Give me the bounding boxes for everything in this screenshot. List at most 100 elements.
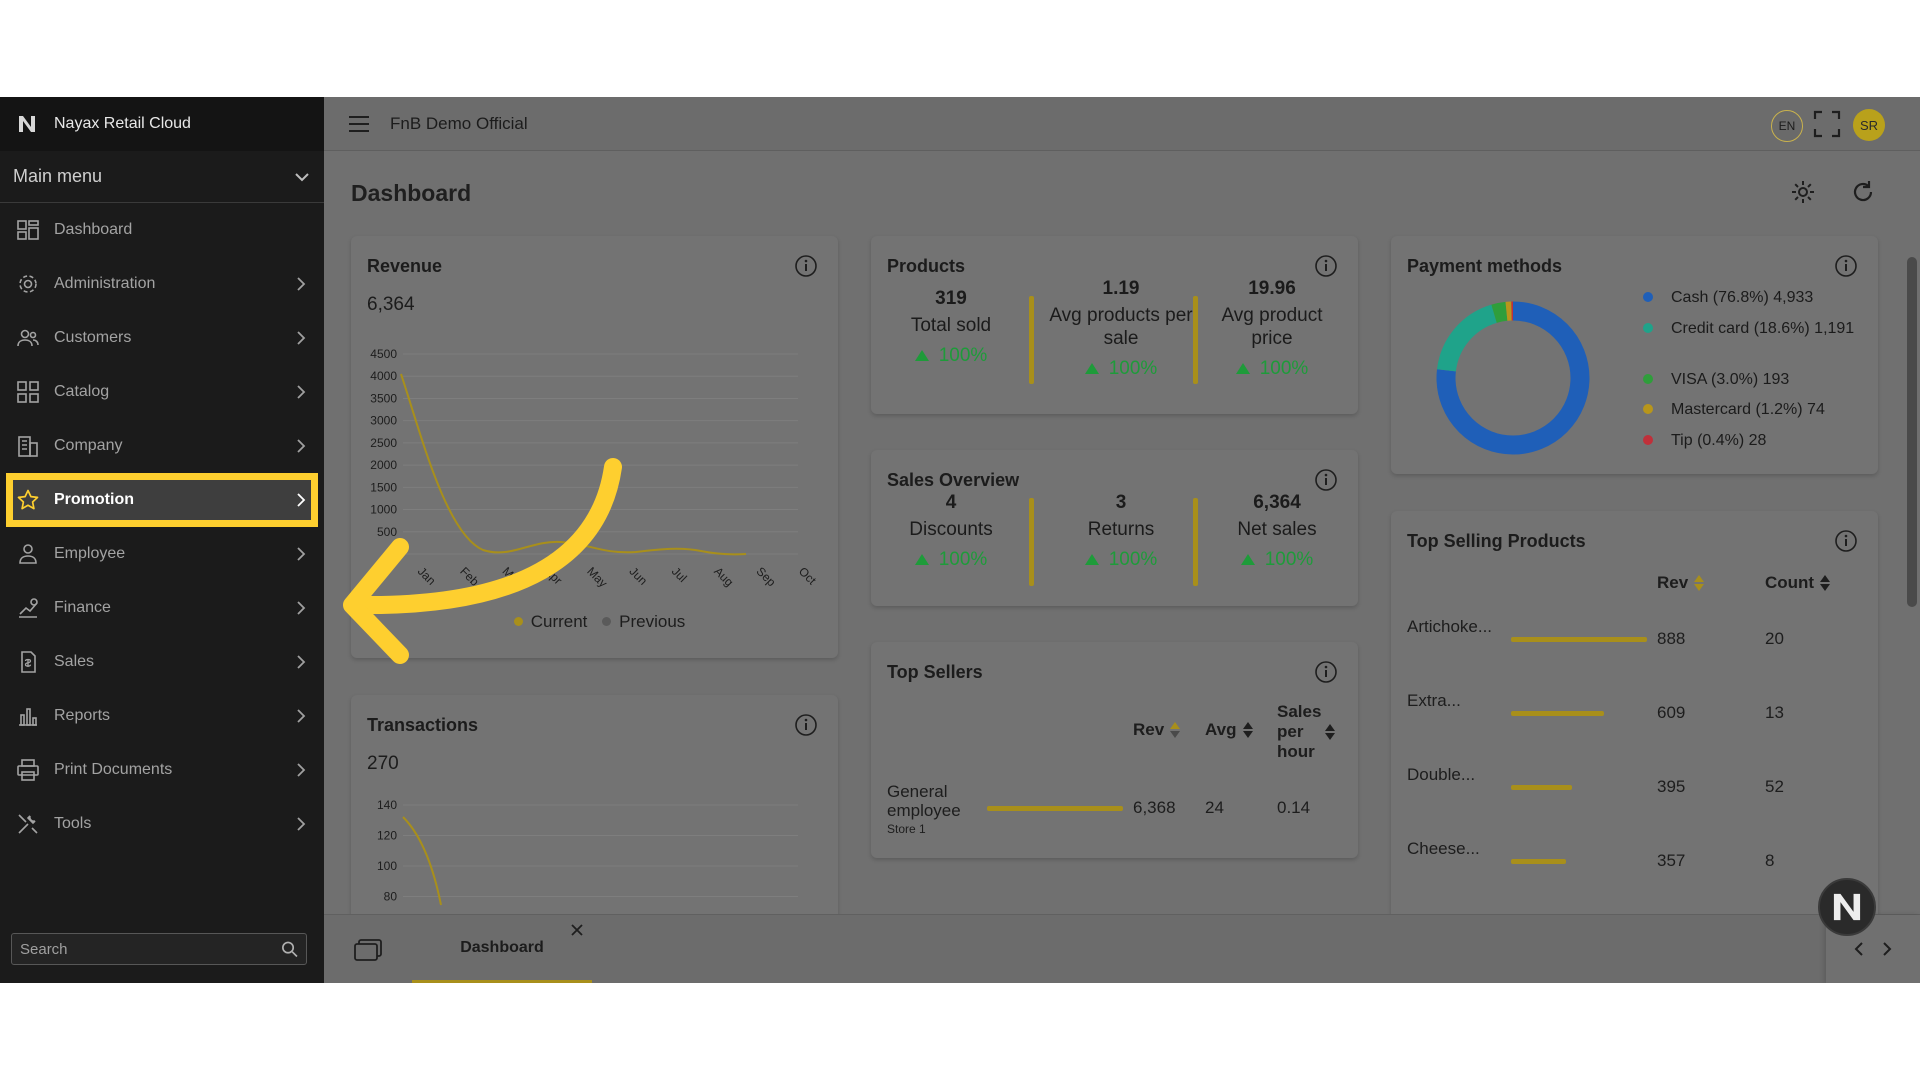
payment-method-label: VISA (3.0%) 193 [1671,371,1790,388]
scrollbar-thumb[interactable] [1907,257,1917,607]
trend-up-icon [914,554,929,565]
payment-legend-item[interactable]: Tip (0.4%) 28 [1643,430,1767,451]
info-icon[interactable] [1314,660,1338,684]
header-label: Sales per hour [1277,702,1322,761]
sort-sph-header[interactable]: Sales per hour [1277,702,1337,762]
product-rev: 609 [1657,703,1686,722]
sidebar-item-administration[interactable]: Administration [0,257,324,311]
catalog-grid-icon [17,381,39,403]
product-rev: 357 [1657,851,1686,870]
y-tick-label: 100 [377,859,397,873]
trend-up-icon [1084,363,1099,374]
kpi-change-value: 100% [1259,358,1309,379]
payment-legend-item[interactable]: Cash (76.8%) 4,933 [1643,287,1814,308]
brand[interactable]: Nayax Retail Cloud [0,97,324,151]
sort-icon [1325,724,1335,740]
chevron-left-icon[interactable] [1850,940,1868,958]
scrollbar[interactable] [1904,157,1917,957]
windows-icon[interactable] [354,939,382,961]
search-input[interactable] [20,940,282,958]
refresh-icon[interactable] [1850,179,1876,205]
sort-avg-header[interactable]: Avg [1205,720,1254,740]
legend-dot [1643,292,1653,302]
sidebar-search[interactable] [11,933,307,965]
products-card: Products 319 Total sold 100% 1.19 Avg pr… [871,236,1358,414]
kpi-change: 100% [1217,549,1337,571]
chevron-right-icon [297,817,306,831]
y-tick-label: 140 [377,798,397,812]
product-name: Double... [1407,765,1476,784]
trend-up-icon [1235,363,1250,374]
kpi-separator [1193,498,1198,586]
tab-dashboard[interactable]: Dashboard [412,915,592,983]
gear-icon[interactable] [1790,179,1816,205]
sort-rev-header[interactable]: Rev [1657,573,1705,593]
info-icon[interactable] [794,713,818,737]
sidebar-item-catalog[interactable]: Catalog [0,365,324,419]
revenue-legend: Current Previous [351,612,838,632]
sidebar-item-employee[interactable]: Employee [0,527,324,581]
seller-avg: 24 [1205,798,1224,817]
info-icon[interactable] [1834,529,1858,553]
help-assistant-button[interactable] [1818,878,1876,936]
header-label: Rev [1133,720,1165,739]
info-icon[interactable] [1314,254,1338,278]
payment-method-label: Cash (76.8%) 4,933 [1671,289,1814,306]
close-icon[interactable] [570,923,584,937]
sidebar-item-company[interactable]: Company [0,419,324,473]
payment-method-label: Tip (0.4%) 28 [1671,432,1767,449]
legend-previous[interactable]: Previous [619,612,685,631]
sidebar-item-print-documents[interactable]: Print Documents [0,743,324,797]
tools-icon [18,814,38,834]
sidebar-item-label: Dashboard [54,221,133,238]
language-switcher[interactable]: EN [1771,110,1803,142]
sales-icon [21,651,36,673]
info-icon[interactable] [1314,468,1338,492]
store-name[interactable]: FnB Demo Official [390,114,528,134]
legend-current[interactable]: Current [531,612,588,631]
x-tick-label: Jul [669,564,690,585]
sidebar-item-customers[interactable]: Customers [0,311,324,365]
payment-legend-item[interactable]: VISA (3.0%) 193 [1643,369,1790,390]
revenue-chart: 4500 4000 3500 3000 2500 2000 1500 1000 500 0 Jan F… [370,347,819,590]
trend-up-icon [914,350,929,361]
kpi-value: 6,364 [1253,492,1301,513]
payment-legend-item[interactable]: Credit card (18.6%) 1,191 [1643,318,1861,339]
kpi-label: Total sold [910,315,992,336]
sidebar-item-label: Customers [54,329,132,346]
legend-dot [1643,404,1653,414]
kpi-net-sales: 6,364 Net sales 100% [1217,492,1337,571]
seller-sph: 0.14 [1277,798,1311,817]
kpi-label: Net sales [1237,519,1317,540]
kpi-value: 19.96 [1248,278,1296,299]
chevron-right-icon[interactable] [1878,940,1896,958]
sidebar-item-dashboard[interactable]: Dashboard [0,203,324,257]
info-icon[interactable] [794,254,818,278]
sidebar-item-tools[interactable]: Tools [0,797,324,851]
sort-count-header[interactable]: Count [1765,573,1831,593]
kpi-change-value: 100% [1108,358,1158,379]
sidebar-item-finance[interactable]: Finance [0,581,324,635]
chevron-right-icon [297,493,306,507]
chevron-right-icon [297,655,306,669]
product-count: 20 [1765,629,1784,648]
y-tick-label: 80 [384,890,398,904]
info-icon[interactable] [1834,254,1858,278]
sidebar-item-reports[interactable]: Reports [0,689,324,743]
sidebar-item-sales[interactable]: Sales [0,635,324,689]
dashboard-icon [17,220,39,240]
user-avatar[interactable]: SR [1853,109,1885,141]
sort-rev-header[interactable]: Rev [1133,720,1181,740]
fullscreen-icon[interactable] [1813,110,1841,138]
product-rev: 395 [1657,777,1686,796]
x-tick-label: Feb [457,564,482,589]
search-icon[interactable] [281,940,298,958]
sidebar-item-promotion[interactable]: Promotion [6,473,318,527]
kpi-value: 4 [945,492,957,513]
payment-method-label: Credit card (18.6%) 1,191 [1671,320,1855,337]
hamburger-menu-icon[interactable] [348,115,370,133]
main-menu-toggle[interactable]: Main menu [0,151,324,203]
printer-icon [17,759,39,781]
payment-legend-item[interactable]: Mastercard (1.2%) 74 [1643,399,1825,420]
kpi-change-value: 100% [1264,549,1314,570]
